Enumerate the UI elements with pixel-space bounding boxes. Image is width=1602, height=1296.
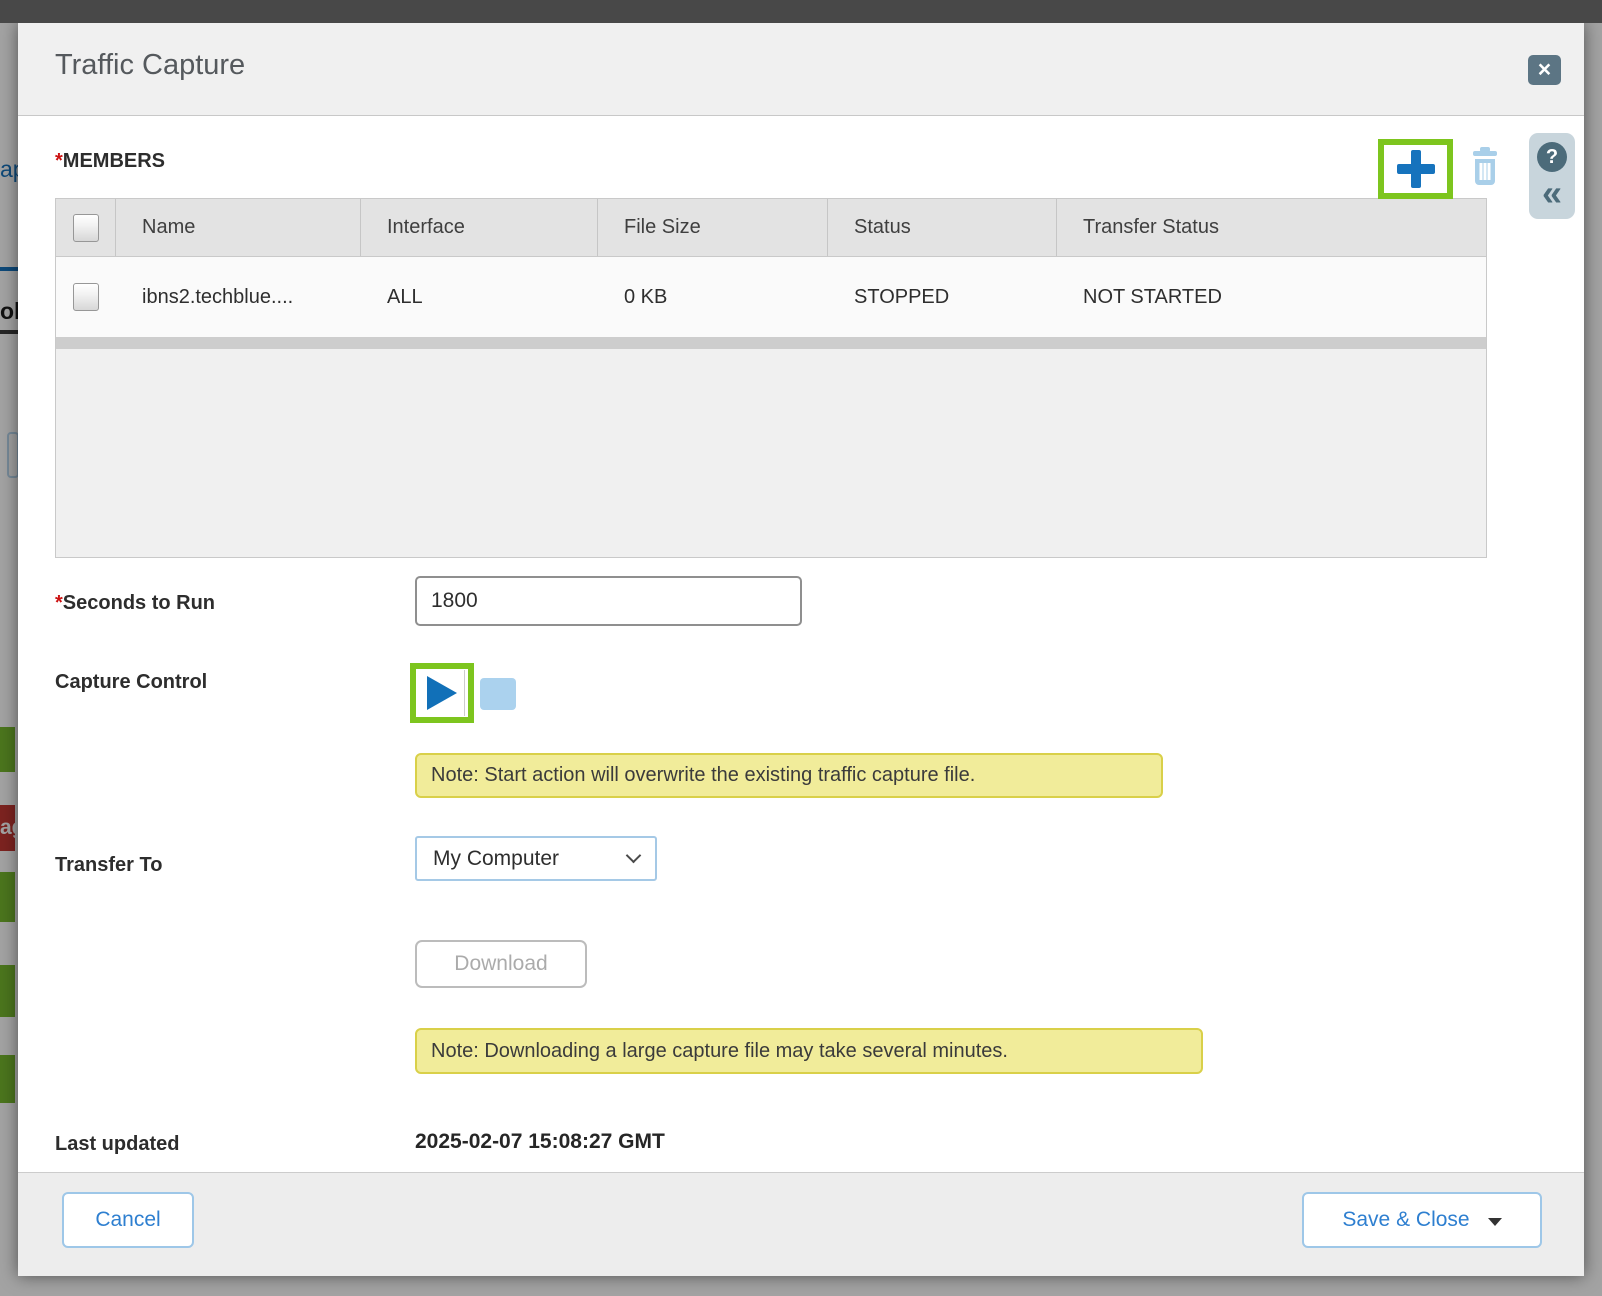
traffic-capture-dialog: Traffic Capture × *MEMBERS ? « [18,23,1584,1276]
delete-member-icon[interactable] [1470,147,1500,187]
cancel-button[interactable]: Cancel [62,1192,194,1248]
required-asterisk: * [55,150,63,172]
cell-status: STOPPED [828,286,1057,309]
select-all-cell [56,199,116,256]
cell-interface: ALL [361,286,598,309]
column-header-name[interactable]: Name [116,199,361,256]
cancel-button-label: Cancel [95,1208,160,1232]
members-label: *MEMBERS [55,150,165,173]
last-updated-label: Last updated [55,1133,179,1156]
select-all-checkbox[interactable] [73,214,99,242]
seconds-to-run-label-text: Seconds to Run [63,592,215,614]
members-label-text: MEMBERS [63,150,165,172]
save-and-close-label: Save & Close [1342,1208,1469,1232]
table-horizontal-scrollbar[interactable] [56,337,1486,349]
cell-file-size: 0 KB [598,286,828,309]
browser-chrome-bar [0,0,1602,23]
column-header-status[interactable]: Status [828,199,1057,256]
screen: ap ol ag Traffic Capture × *MEMBERS [0,0,1602,1296]
row-checkbox[interactable] [73,283,99,311]
table-header-row: Name Interface File Size Status Transfer… [56,199,1486,257]
column-header-transfer-status[interactable]: Transfer Status [1057,199,1486,256]
add-member-icon[interactable] [1397,150,1435,188]
row-checkbox-cell [56,283,116,311]
seconds-to-run-input[interactable] [415,576,802,626]
transfer-to-select[interactable]: My Computer [415,836,657,881]
members-table: Name Interface File Size Status Transfer… [55,198,1487,558]
chevron-down-icon [626,848,642,864]
save-and-close-button[interactable]: Save & Close [1302,1192,1542,1248]
last-updated-value: 2025-02-07 15:08:27 GMT [415,1130,665,1154]
annotation-highlight-add-button [1378,139,1453,199]
transfer-to-label: Transfer To [55,854,162,877]
table-row[interactable]: ibns2.techblue.... ALL 0 KB STOPPED NOT … [56,257,1486,337]
start-capture-button[interactable] [419,670,465,716]
dialog-footer: Cancel Save & Close [18,1172,1584,1276]
caret-down-icon [1488,1218,1502,1226]
help-icon[interactable]: ? [1537,142,1567,172]
seconds-to-run-label: *Seconds to Run [55,592,215,615]
annotation-highlight-start-button [410,663,474,723]
column-header-file-size[interactable]: File Size [598,199,828,256]
side-help-panel: ? « [1529,133,1575,219]
download-note: Note: Downloading a large capture file m… [415,1028,1203,1074]
transfer-to-value: My Computer [433,847,559,871]
play-icon [427,676,457,710]
close-icon[interactable]: × [1528,55,1561,85]
start-note: Note: Start action will overwrite the ex… [415,753,1163,798]
required-asterisk: * [55,592,63,614]
cell-transfer-status: NOT STARTED [1057,286,1486,309]
dialog-title: Traffic Capture [55,49,245,82]
collapse-panel-icon[interactable]: « [1537,173,1567,213]
stop-capture-button[interactable] [480,678,516,710]
capture-control-label: Capture Control [55,671,207,694]
dialog-header: Traffic Capture × [18,23,1584,116]
column-header-interface[interactable]: Interface [361,199,598,256]
download-button[interactable]: Download [415,940,587,988]
cell-name: ibns2.techblue.... [116,286,361,309]
